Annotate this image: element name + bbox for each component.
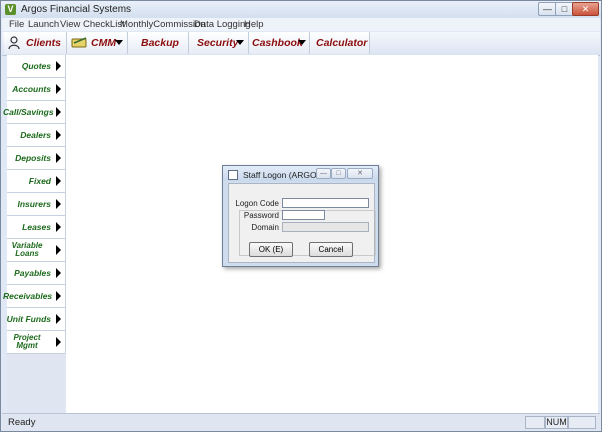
window-title: Argos Financial Systems xyxy=(21,4,132,15)
status-pane-empty xyxy=(568,416,596,429)
sidebar-item-project-mgmt[interactable]: Project Mgmt xyxy=(7,331,66,354)
clients-icon xyxy=(8,36,20,50)
chevron-right-icon xyxy=(56,153,61,163)
chevron-right-icon xyxy=(56,291,61,301)
cmm-label: CMM xyxy=(91,37,117,49)
sidebar-item-label-line2: Mgmt xyxy=(16,341,38,350)
chevron-right-icon xyxy=(56,268,61,278)
sidebar-item-label: Project Mgmt xyxy=(3,334,51,356)
dialog-minimize-button[interactable]: — xyxy=(316,168,331,179)
backup-button[interactable]: Backup xyxy=(128,32,189,54)
close-button[interactable]: ✕ xyxy=(572,2,599,16)
dialog-close-button[interactable]: ✕ xyxy=(347,168,373,179)
chevron-right-icon xyxy=(56,199,61,209)
chevron-down-icon xyxy=(115,40,123,45)
sidebar-item-label: Accounts xyxy=(12,84,51,94)
sidebar-item-label: Variable Loans xyxy=(3,242,51,264)
chevron-right-icon xyxy=(56,107,61,117)
sidebar-item-payables[interactable]: Payables xyxy=(7,262,66,285)
menu-help[interactable]: Help xyxy=(244,19,264,30)
sidebar-item-receivables[interactable]: Receivables xyxy=(3,285,66,308)
calculator-label: Calculator xyxy=(316,37,368,49)
clients-button[interactable]: Clients xyxy=(4,32,67,54)
cmm-icon xyxy=(71,37,87,48)
chevron-right-icon xyxy=(56,84,61,94)
sidebar-item-label: Payables xyxy=(14,268,51,278)
sidebar-item-leases[interactable]: Leases xyxy=(7,216,66,239)
app-logo-icon: V xyxy=(5,4,16,15)
cancel-button[interactable]: Cancel xyxy=(309,242,353,257)
sidebar-item-deposits[interactable]: Deposits xyxy=(7,147,66,170)
sidebar-item-label: Call/Savings xyxy=(3,107,54,117)
menu-monthly-commission[interactable]: MonthlyCommission xyxy=(120,19,206,30)
sidebar-item-label: Insurers xyxy=(17,199,51,209)
menu-file[interactable]: File xyxy=(9,19,24,30)
sidebar-item-fixed-loans[interactable]: Fixed Loans xyxy=(7,170,66,208)
sidebar-item-label: Receivables xyxy=(3,291,53,301)
sidebar-item-variable-loans[interactable]: Variable Loans xyxy=(7,239,66,262)
menu-data-logging[interactable]: Data Logging xyxy=(194,19,251,30)
dialog-title-bar[interactable]: Staff Logon (ARGOS... — □ ✕ xyxy=(223,166,378,181)
chevron-right-icon xyxy=(56,245,61,255)
chevron-right-icon xyxy=(56,337,61,347)
password-input[interactable] xyxy=(282,210,325,220)
clients-label: Clients xyxy=(26,37,62,49)
logon-code-input[interactable] xyxy=(282,198,369,208)
sidebar-item-dealers[interactable]: Dealers xyxy=(7,124,66,147)
logon-code-label: Logon Code xyxy=(235,199,279,208)
sidebar-item-accounts[interactable]: Accounts xyxy=(7,78,66,101)
password-label: Password xyxy=(243,211,279,220)
cmm-button[interactable]: CMM xyxy=(67,32,128,54)
chevron-down-icon xyxy=(298,40,306,45)
chevron-right-icon xyxy=(56,176,61,186)
toolbar: Clients CMM Backup Security Cashbook Cal… xyxy=(2,32,600,56)
dialog-body: Logon Code Password Domain OK (E) Cancel xyxy=(228,183,376,263)
chevron-down-icon xyxy=(236,40,244,45)
status-pane-empty xyxy=(525,416,545,429)
sidebar-item-label: Fixed Loans xyxy=(26,176,51,208)
menu-bar: File Launch View CheckList MonthlyCommis… xyxy=(2,18,600,31)
calculator-button[interactable]: Calculator xyxy=(310,32,370,54)
chevron-right-icon xyxy=(56,222,61,232)
domain-input xyxy=(282,222,369,232)
sidebar-item-unit-funds[interactable]: Unit Funds xyxy=(7,308,66,331)
staff-logon-dialog: Staff Logon (ARGOS... — □ ✕ Logon Code P… xyxy=(222,165,379,267)
num-lock-indicator: NUM xyxy=(545,416,568,429)
dialog-icon xyxy=(228,170,238,180)
sidebar-item-call-savings[interactable]: Call/Savings xyxy=(3,101,66,124)
menu-launch[interactable]: Launch xyxy=(28,19,59,30)
cashbook-label: Cashbook xyxy=(252,37,303,49)
status-text: Ready xyxy=(8,417,36,428)
status-bar: Ready NUM xyxy=(2,413,600,431)
chevron-right-icon xyxy=(56,314,61,324)
dialog-maximize-button[interactable]: □ xyxy=(331,168,346,179)
menu-checklist[interactable]: CheckList xyxy=(83,19,125,30)
title-bar[interactable]: V Argos Financial Systems — □ ✕ xyxy=(1,1,601,18)
sidebar-item-label: Quotes xyxy=(21,61,51,71)
ok-button[interactable]: OK (E) xyxy=(249,242,293,257)
chevron-right-icon xyxy=(56,61,61,71)
sidebar-item-label: Unit Funds xyxy=(6,314,51,324)
sidebar-item-insurers[interactable]: Insurers xyxy=(7,193,66,216)
security-button[interactable]: Security xyxy=(189,32,249,54)
sidebar-item-quotes[interactable]: Quotes xyxy=(7,55,66,78)
domain-label: Domain xyxy=(251,223,279,232)
menu-view[interactable]: View xyxy=(60,19,80,30)
cashbook-button[interactable]: Cashbook xyxy=(249,32,310,54)
sidebar-item-label: Leases xyxy=(22,222,51,232)
sidebar-item-label: Dealers xyxy=(20,130,51,140)
security-label: Security xyxy=(197,37,239,49)
sidebar: Quotes Accounts Call/Savings Dealers Dep… xyxy=(3,55,66,413)
sidebar-item-label-line2: Loans xyxy=(15,249,39,258)
backup-label: Backup xyxy=(141,37,179,49)
chevron-right-icon xyxy=(56,130,61,140)
sidebar-item-label: Deposits xyxy=(15,153,51,163)
